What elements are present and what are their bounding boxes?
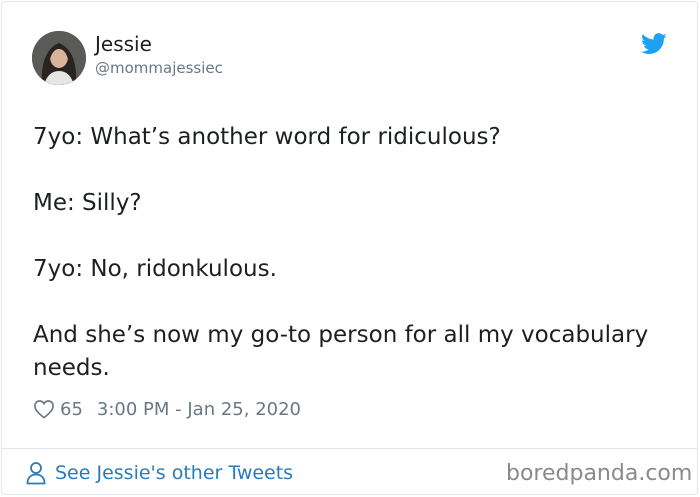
tweet-timestamp[interactable]: 3:00 PM - Jan 25, 2020 xyxy=(97,399,301,420)
author-display-name[interactable]: Jessie xyxy=(95,32,152,56)
tweet-text: 7yo: What’s another word for ridiculous?… xyxy=(33,121,653,385)
twitter-bird-icon[interactable] xyxy=(641,33,667,55)
tweet-meta: 65 3:00 PM - Jan 25, 2020 xyxy=(33,397,301,421)
author-handle[interactable]: @mommajessiec xyxy=(95,59,223,77)
tweet-line: 7yo: No, ridonkulous. xyxy=(33,256,277,282)
tweet-line: And she’s now my go-to person for all my… xyxy=(33,322,649,381)
see-other-tweets-link[interactable]: See Jessie's other Tweets xyxy=(26,459,293,487)
boredpanda-watermark: boredpanda.com xyxy=(506,460,693,486)
heart-icon[interactable] xyxy=(33,399,55,419)
tweet-line: Me: Silly? xyxy=(33,190,142,216)
see-other-tweets-label[interactable]: See Jessie's other Tweets xyxy=(55,462,293,484)
like-count[interactable]: 65 xyxy=(60,399,83,420)
user-icon xyxy=(26,462,46,485)
footer-divider xyxy=(1,448,698,449)
author-avatar[interactable] xyxy=(32,31,86,85)
tweet-line: 7yo: What’s another word for ridiculous? xyxy=(33,124,501,150)
